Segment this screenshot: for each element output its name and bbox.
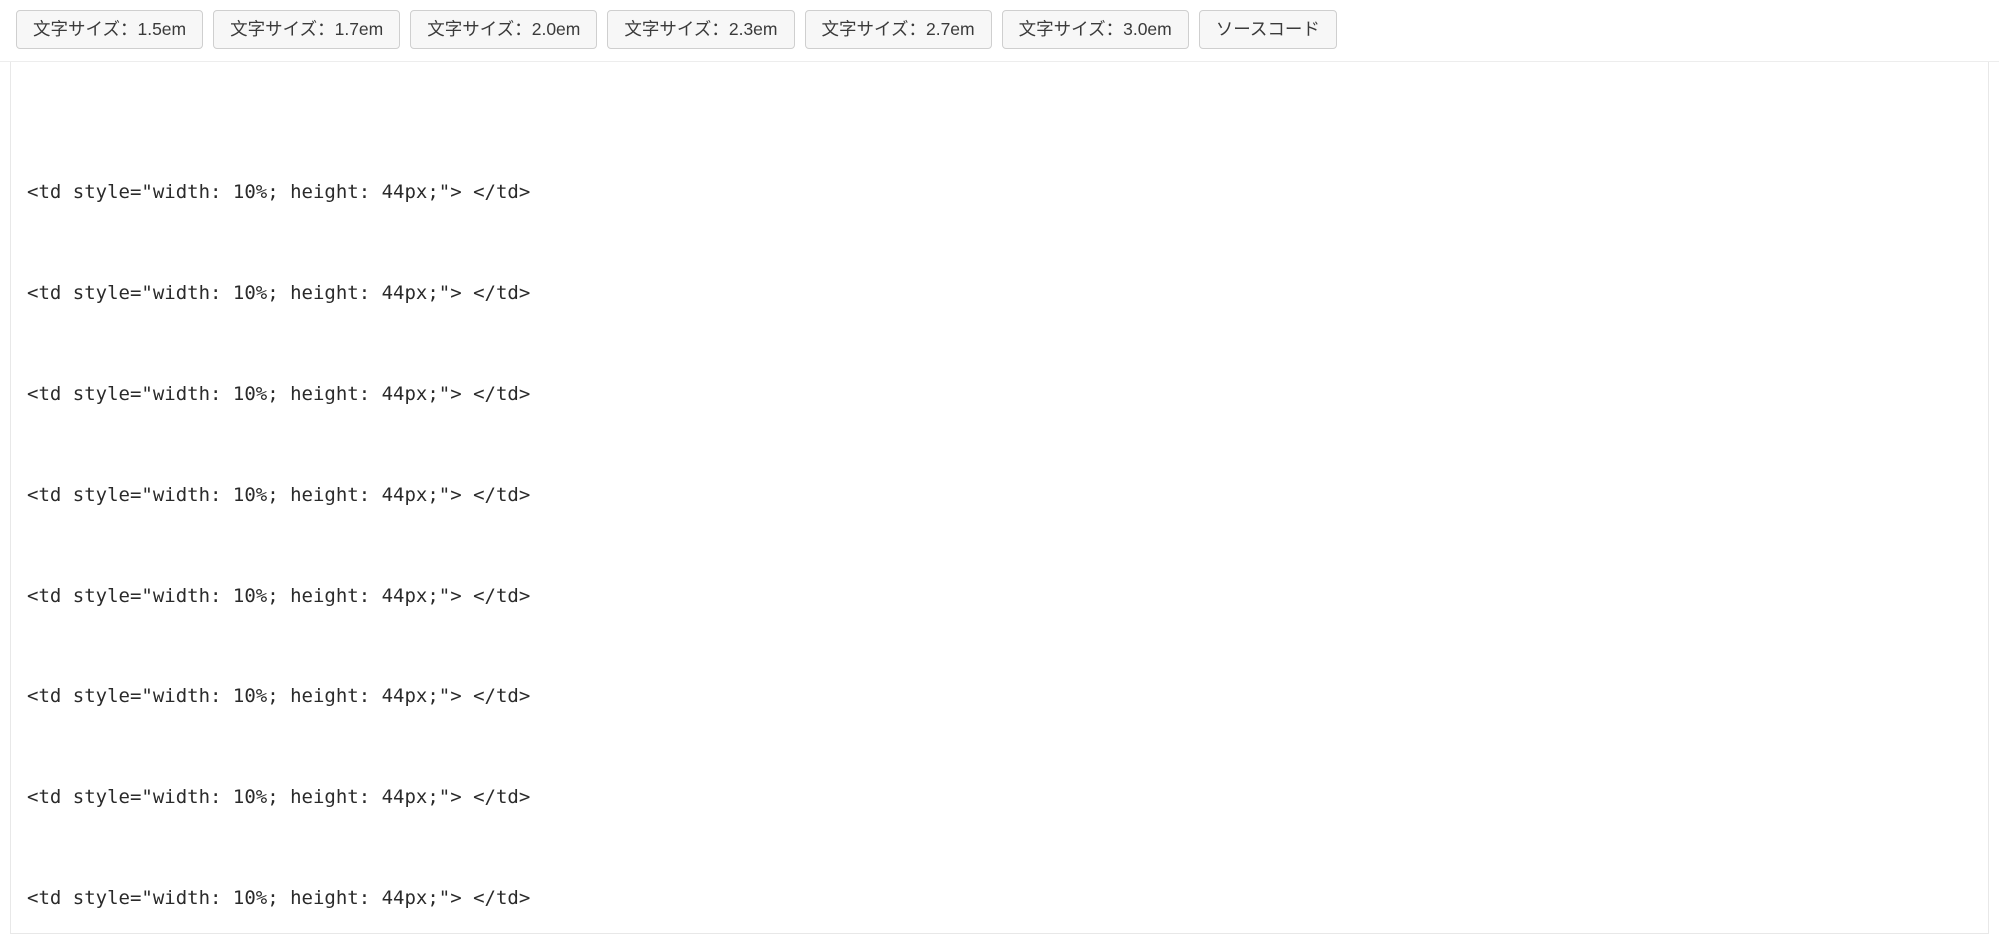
font-size-3-0em-button[interactable]: 文字サイズ：3.0em: [1002, 10, 1189, 49]
font-size-1-5em-button[interactable]: 文字サイズ：1.5em: [16, 10, 203, 49]
code-line: <td style="width: 10%; height: 44px;"> <…: [27, 176, 1972, 210]
code-line: <td style="width: 10%; height: 44px;"> <…: [27, 781, 1972, 815]
toolbar: 文字サイズ：1.5em 文字サイズ：1.7em 文字サイズ：2.0em 文字サイ…: [0, 0, 1999, 62]
source-code-button[interactable]: ソースコード: [1199, 10, 1337, 49]
font-size-2-7em-button[interactable]: 文字サイズ：2.7em: [805, 10, 992, 49]
code-editor[interactable]: <td style="width: 10%; height: 44px;"> <…: [10, 62, 1989, 934]
code-line: <td style="width: 10%; height: 44px;"> <…: [27, 277, 1972, 311]
font-size-2-0em-button[interactable]: 文字サイズ：2.0em: [410, 10, 597, 49]
code-line: <td style="width: 10%; height: 44px;"> <…: [27, 882, 1972, 916]
code-line: <td style="width: 10%; height: 44px;"> <…: [27, 378, 1972, 412]
code-line: <td style="width: 10%; height: 44px;"> <…: [27, 479, 1972, 513]
code-line: <td style="width: 10%; height: 44px;"> <…: [27, 580, 1972, 614]
font-size-2-3em-button[interactable]: 文字サイズ：2.3em: [607, 10, 794, 49]
font-size-1-7em-button[interactable]: 文字サイズ：1.7em: [213, 10, 400, 49]
code-line: <td style="width: 10%; height: 44px;"> <…: [27, 680, 1972, 714]
